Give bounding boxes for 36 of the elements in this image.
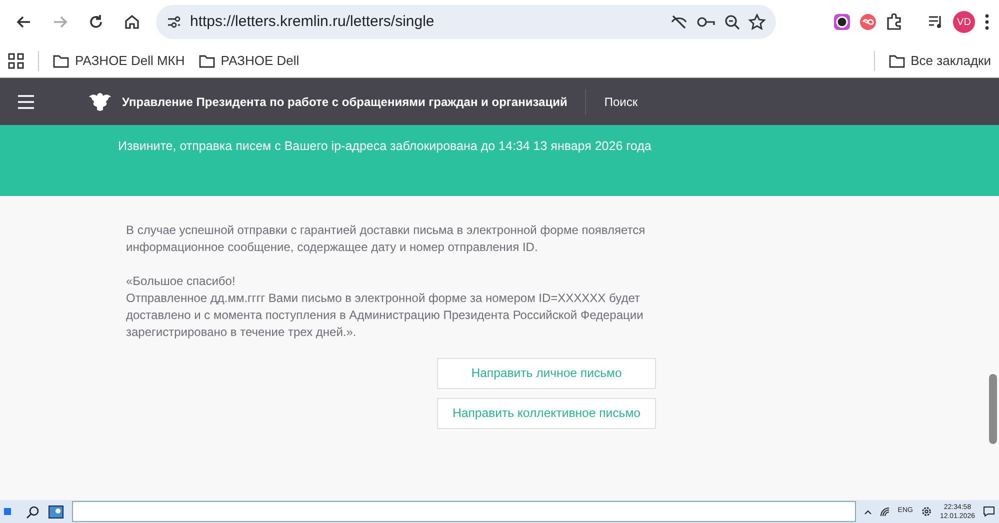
- apps-icon[interactable]: [8, 52, 24, 68]
- body-text: Отправленное дд.мм.гггг Вами письмо в электронной форме за номером ID=XXXXXX будет доставлено и с момента поступления в Администрацию Президента Российской Федерации зарегистрировано в течение трех дней.».: [126, 290, 644, 341]
- bookmark-folder[interactable]: Все закладки: [888, 50, 991, 70]
- body-text: В случае успешной отправки с гарантией доставки письма в электронной форме появляется информационное сообщение, содержащее дату и номер отправления ID.: [126, 222, 646, 256]
- bookmark-folder[interactable]: РАЗНОЕ Dell: [198, 50, 300, 70]
- search-link[interactable]: Поиск: [604, 92, 638, 110]
- notification-icon[interactable]: [983, 506, 995, 517]
- wifi-icon[interactable]: [880, 506, 890, 516]
- bookmark-folder[interactable]: РАЗНОЕ Dell МКН: [53, 50, 185, 70]
- menu-icon[interactable]: [18, 94, 34, 108]
- bookmark-label: РАЗНОЕ Dell: [220, 52, 300, 70]
- search-icon[interactable]: [26, 504, 40, 518]
- zoom-icon[interactable]: [724, 14, 740, 30]
- alert-message: Извините, отправка писем с Вашего ip-адреса заблокирована до 14:34 13 января 2026 года: [118, 139, 652, 153]
- address-bar[interactable]: https://letters.kremlin.ru/letters/single: [156, 5, 776, 39]
- app-icon[interactable]: [48, 504, 64, 518]
- menu-icon[interactable]: [983, 13, 991, 31]
- puzzle-icon[interactable]: [885, 13, 903, 31]
- star-icon[interactable]: [748, 13, 766, 31]
- bookmark-label: Все закладки: [910, 52, 991, 70]
- body-text: «Большое спасибо!: [126, 273, 236, 290]
- chevron-up-icon[interactable]: [864, 508, 872, 514]
- taskbar-input-field[interactable]: [72, 501, 856, 522]
- folder-icon: [888, 54, 905, 68]
- bookmark-label: РАЗНОЕ Dell МКН: [75, 52, 185, 70]
- site-title: Управление Президента по работе с обращениями граждан и организаций: [122, 94, 568, 110]
- gear-icon[interactable]: [920, 506, 932, 517]
- site-settings-icon[interactable]: [166, 14, 182, 30]
- folder-icon: [198, 54, 215, 68]
- eye-slash-icon[interactable]: [670, 14, 688, 30]
- extension-icon[interactable]: [833, 13, 851, 31]
- reload-icon: [87, 13, 105, 31]
- scrollbar-thumb[interactable]: [989, 374, 997, 444]
- profile-avatar[interactable]: VD: [953, 11, 975, 33]
- folder-icon: [53, 54, 69, 68]
- home-icon: [123, 13, 141, 31]
